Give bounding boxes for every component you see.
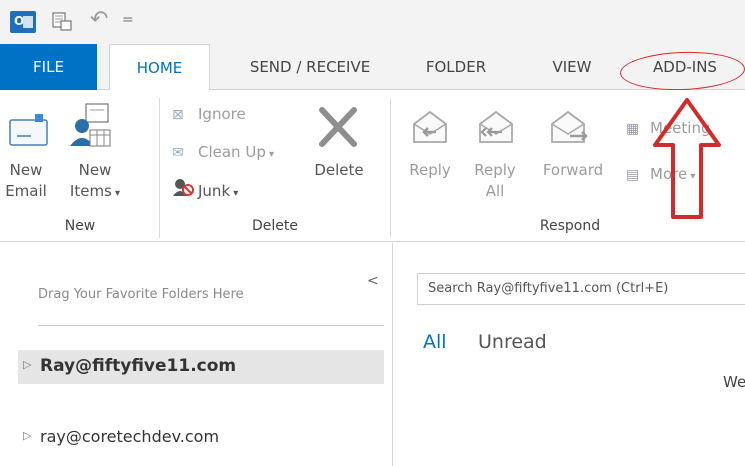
- reply-all-icon: [479, 110, 513, 143]
- clean-up-button[interactable]: ✉ Clean Up ▾: [172, 142, 274, 165]
- account-row-coretechdev[interactable]: ▷ ray@coretechdev.com: [18, 421, 384, 455]
- title-bar: O ↶ =: [0, 0, 745, 44]
- delete-label: Delete: [314, 161, 364, 179]
- dropdown-caret-icon: ▾: [265, 149, 275, 160]
- ignore-label: Ignore: [198, 105, 246, 123]
- new-email-icon: [9, 114, 48, 146]
- group-separator: [390, 98, 391, 238]
- forward-label: Forward: [542, 161, 604, 179]
- expand-arrow-icon[interactable]: ▷: [23, 358, 31, 371]
- ignore-icon: ⊠: [172, 107, 184, 123]
- clean-up-label: Clean Up: [198, 143, 266, 161]
- mail-list-pane: Search Ray@fiftyfive11.com (Ctrl+E) All …: [393, 243, 745, 466]
- junk-label: Junk: [198, 182, 231, 200]
- forward-icon: [551, 110, 588, 143]
- ribbon: New Email New Items ▾ New ⊠ Ignore ✉ Cle…: [0, 90, 745, 242]
- reply-all-label-1: Reply: [474, 161, 516, 179]
- favorites-drop-hint: Drag Your Favorite Folders Here: [38, 287, 244, 302]
- tab-view[interactable]: VIEW: [536, 44, 608, 90]
- outlook-logo-icon[interactable]: O: [10, 11, 36, 33]
- new-email-label-2: Email: [5, 182, 47, 200]
- filter-unread[interactable]: Unread: [478, 331, 547, 353]
- meeting-icon: ▦: [626, 121, 640, 137]
- group-separator: [159, 98, 160, 238]
- undo-icon[interactable]: ↶: [90, 9, 108, 31]
- collapse-pane-icon[interactable]: <: [367, 273, 379, 289]
- new-items-label-1: New: [78, 161, 112, 179]
- search-input[interactable]: Search Ray@fiftyfive11.com (Ctrl+E): [417, 273, 745, 305]
- tab-home[interactable]: HOME: [109, 44, 210, 91]
- group-label-respond: Respond: [539, 218, 601, 234]
- annotation-up-arrow-icon: [653, 98, 721, 219]
- new-items-label-2: Items: [69, 182, 112, 200]
- tab-folder[interactable]: FOLDER: [406, 44, 506, 90]
- more-icon: ▤: [626, 167, 640, 183]
- account-row-fiftyfive11[interactable]: ▷ Ray@fiftyfive11.com: [18, 350, 384, 384]
- group-label-new: New: [64, 218, 96, 234]
- empty-list-message: We: [723, 373, 745, 391]
- account-name: ray@coretechdev.com: [40, 427, 220, 446]
- send-receive-all-icon[interactable]: [52, 11, 72, 31]
- reply-label: Reply: [409, 161, 451, 179]
- dropdown-caret-icon: ▾: [111, 188, 121, 199]
- filter-all[interactable]: All: [423, 331, 447, 353]
- dropdown-caret-icon: ▾: [230, 188, 239, 199]
- ignore-button[interactable]: ⊠ Ignore: [172, 104, 246, 125]
- group-label-delete: Delete: [252, 218, 298, 234]
- junk-button[interactable]: Junk ▾: [172, 178, 238, 204]
- folder-pane: Drag Your Favorite Folders Here < ▷ Ray@…: [0, 243, 392, 466]
- outlook-window: O ↶ = FILE HOME SEND / RECEIVE FOLDER VI…: [0, 0, 745, 466]
- junk-icon: [172, 178, 198, 201]
- tab-send-receive[interactable]: SEND / RECEIVE: [225, 44, 395, 90]
- expand-arrow-icon[interactable]: ▷: [23, 429, 31, 442]
- clean-up-icon: ✉: [172, 145, 184, 161]
- new-email-label-1: New: [9, 161, 43, 179]
- account-name: Ray@fiftyfive11.com: [40, 356, 237, 376]
- search-placeholder: Search Ray@fiftyfive11.com (Ctrl+E): [428, 281, 669, 296]
- reply-all-label-2: All: [485, 182, 505, 200]
- delete-x-icon: [319, 107, 357, 147]
- tab-file[interactable]: FILE: [0, 44, 97, 90]
- new-items-icon: [70, 103, 111, 147]
- pane-divider: [38, 325, 384, 326]
- reply-icon: [413, 110, 447, 143]
- customize-quick-access-icon[interactable]: =: [122, 12, 134, 28]
